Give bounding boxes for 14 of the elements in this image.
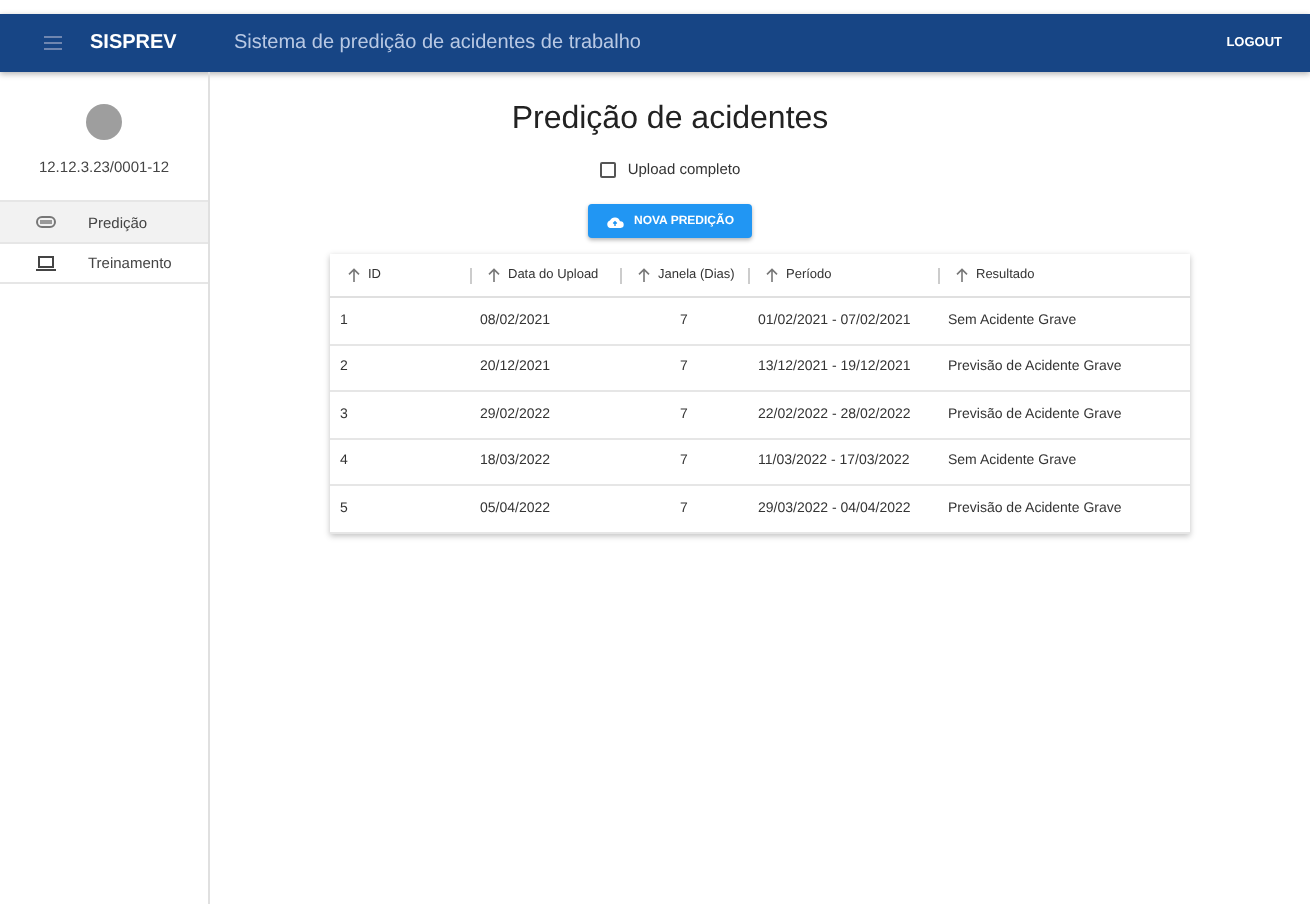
page-title: Predição de acidentes	[511, 102, 829, 138]
capsule-icon	[36, 216, 56, 228]
sort-arrow-icon	[638, 268, 650, 282]
sort-arrow-icon	[766, 268, 778, 282]
cloud-upload-icon	[605, 215, 624, 227]
laptop-icon	[36, 255, 56, 271]
app-brand: SISPREV	[90, 32, 179, 54]
checkbox[interactable]	[599, 161, 616, 177]
sort-arrow-icon	[956, 268, 968, 282]
sort-arrow-icon	[488, 268, 500, 282]
avatar	[86, 104, 122, 140]
app-subtitle: Sistema de predição de acidentes de trabalho	[234, 32, 643, 54]
sort-arrow-icon	[348, 268, 360, 282]
menu-icon[interactable]	[44, 36, 62, 50]
